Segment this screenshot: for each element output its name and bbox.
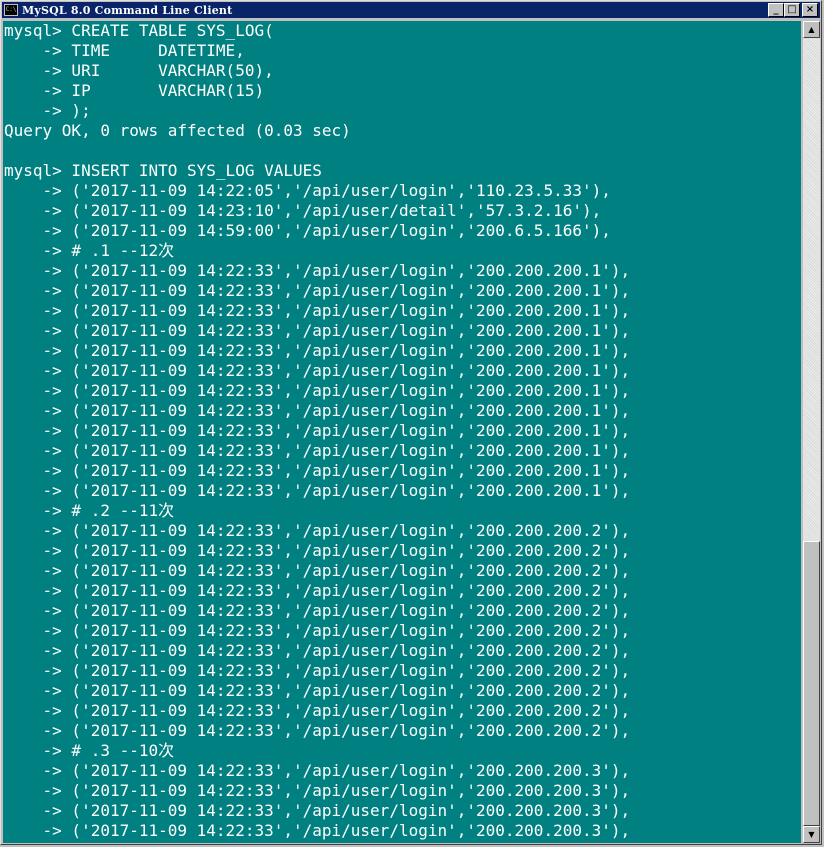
console-line: -> ('2017-11-09 14:22:33','/api/user/log… (4, 561, 631, 580)
console-line: -> ('2017-11-09 14:22:33','/api/user/log… (4, 521, 631, 540)
console-line: -> ('2017-11-09 14:22:33','/api/user/log… (4, 721, 631, 740)
console-line: -> ('2017-11-09 14:22:33','/api/user/log… (4, 601, 631, 620)
console-line: -> ('2017-11-09 14:22:33','/api/user/log… (4, 401, 631, 420)
console-line: -> # .1 --12次 (4, 241, 175, 260)
console-line: -> ('2017-11-09 14:22:33','/api/user/log… (4, 801, 631, 820)
vertical-scrollbar[interactable]: ▲ ▼ (803, 21, 820, 843)
console-line: -> ('2017-11-09 14:22:33','/api/user/log… (4, 621, 631, 640)
scrollbar-thumb[interactable] (803, 541, 820, 826)
console-line: -> ('2017-11-09 14:22:33','/api/user/log… (4, 781, 631, 800)
scroll-down-button[interactable]: ▼ (803, 826, 820, 843)
console-line: -> ('2017-11-09 14:22:33','/api/user/log… (4, 381, 631, 400)
window-title: MySQL 8.0 Command Line Client (22, 3, 233, 17)
console-line: -> ('2017-11-09 14:22:33','/api/user/log… (4, 821, 631, 840)
console-output[interactable]: mysql> CREATE TABLE SYS_LOG( -> TIME DAT… (3, 21, 801, 843)
console-line: -> ('2017-11-09 14:22:33','/api/user/log… (4, 541, 631, 560)
console-line: -> ('2017-11-09 14:22:33','/api/user/log… (4, 301, 631, 320)
console-line: -> ('2017-11-09 14:22:33','/api/user/log… (4, 681, 631, 700)
console-window: C:\ MySQL 8.0 Command Line Client _ □ × … (0, 0, 822, 845)
console-line: Query OK, 0 rows affected (0.03 sec) (4, 121, 351, 140)
maximize-button[interactable]: □ (784, 3, 800, 17)
console-line: -> URI VARCHAR(50), (4, 61, 274, 80)
console-line: -> ); (4, 101, 91, 120)
console-line: -> ('2017-11-09 14:22:33','/api/user/log… (4, 701, 631, 720)
close-button[interactable]: × (802, 3, 818, 17)
console-line: -> ('2017-11-09 14:59:00','/api/user/log… (4, 221, 611, 240)
console-line: -> ('2017-11-09 14:22:33','/api/user/log… (4, 661, 631, 680)
console-line: -> ('2017-11-09 14:22:05','/api/user/log… (4, 181, 611, 200)
console-line: -> # .2 --11次 (4, 501, 175, 520)
console-line: mysql> INSERT INTO SYS_LOG VALUES (4, 161, 322, 180)
console-line: -> ('2017-11-09 14:22:33','/api/user/log… (4, 341, 631, 360)
console-line: -> ('2017-11-09 14:22:33','/api/user/log… (4, 761, 631, 780)
console-line: -> IP VARCHAR(15) (4, 81, 265, 100)
console-line: -> ('2017-11-09 14:22:33','/api/user/log… (4, 281, 631, 300)
console-line: -> ('2017-11-09 14:22:33','/api/user/log… (4, 481, 631, 500)
console-line: -> ('2017-11-09 14:22:33','/api/user/log… (4, 261, 631, 280)
console-line: -> TIME DATETIME, (4, 41, 245, 60)
console-line: mysql> CREATE TABLE SYS_LOG( (4, 21, 274, 40)
window-controls: _ □ × (768, 3, 818, 17)
minimize-button[interactable]: _ (768, 3, 784, 17)
console-line: -> ('2017-11-09 14:22:33','/api/user/log… (4, 441, 631, 460)
console-line: -> # .3 --10次 (4, 741, 175, 760)
console-line: -> ('2017-11-09 14:22:33','/api/user/log… (4, 321, 631, 340)
console-line: -> ('2017-11-09 14:22:33','/api/user/log… (4, 641, 631, 660)
console-line: -> ('2017-11-09 14:22:33','/api/user/log… (4, 581, 631, 600)
console-line: -> ('2017-11-09 14:22:33','/api/user/log… (4, 461, 631, 480)
console-line: -> ('2017-11-09 14:22:33','/api/user/log… (4, 421, 631, 440)
scroll-up-button[interactable]: ▲ (803, 21, 820, 38)
console-line: -> ('2017-11-09 14:23:10','/api/user/det… (4, 201, 602, 220)
console-app-icon[interactable]: C:\ (4, 4, 18, 16)
title-bar[interactable]: C:\ MySQL 8.0 Command Line Client _ □ × (2, 2, 820, 18)
console-line: -> ('2017-11-09 14:22:33','/api/user/log… (4, 361, 631, 380)
